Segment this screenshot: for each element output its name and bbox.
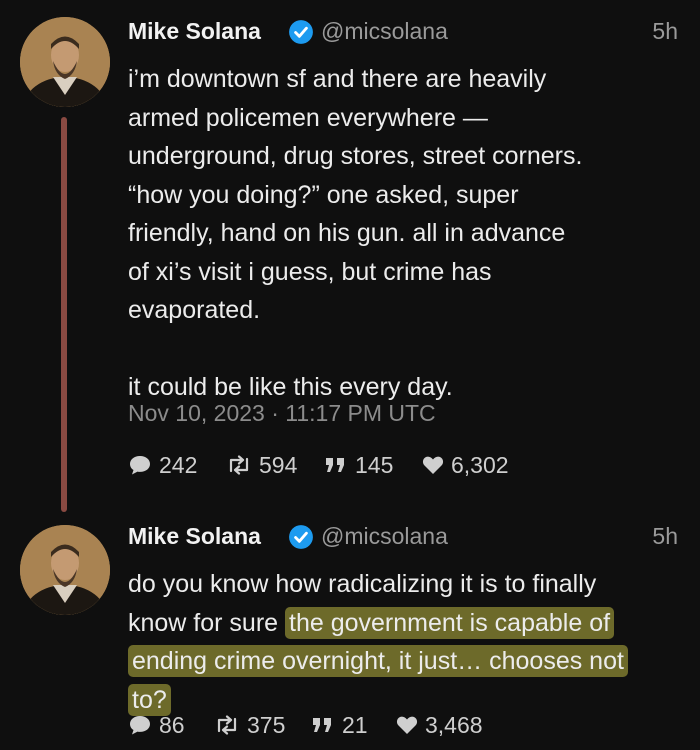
text-line: underground, drug stores, street corners… [128,142,583,170]
text-line: friendly, hand on his gun. all in advanc… [128,219,566,247]
reply-stat[interactable]: 242 [128,450,197,480]
retweet-icon [217,715,237,735]
highlighted-text: ending crime overnight, it just… chooses… [128,645,628,677]
reply-icon [130,716,150,735]
reply-count: 242 [159,451,198,478]
thread-connector-line [61,117,67,512]
highlighted-text: the government is capable of [285,606,615,639]
tweet-1: Mike Solana @micsolana 5h i’m downtown s… [0,0,700,512]
quote-stat[interactable]: 145 [324,450,393,480]
portrait-image [20,525,110,615]
text-line: of xi’s visit i guess, but crime has [128,257,492,286]
text-line: ending crime overnight, it just… chooses… [128,642,628,681]
text-plain: know for sure [128,608,286,637]
text-line: to? [128,681,628,720]
retweet-icon [229,455,249,475]
heart-icon [396,716,418,734]
reply-stat[interactable]: 86 [128,710,185,740]
quote-icon [313,718,331,732]
quote-icon [326,458,344,472]
like-count: 6,302 [451,451,509,478]
text-line: do you know how radicalizing it is to fi… [128,570,597,598]
text-line: know for sure the government is capable … [128,604,628,643]
retweet-stat[interactable]: 375 [214,710,285,740]
quote-count: 145 [355,451,394,478]
text-line: armed policemen everywhere — [128,103,488,132]
text-line: “how you doing?” one asked, super [128,180,519,209]
time-ago[interactable]: 5h [652,18,678,45]
time-ago[interactable]: 5h [652,523,678,550]
quote-stat[interactable]: 21 [311,710,368,740]
like-stat[interactable]: 6,302 [422,450,509,480]
retweet-count: 594 [259,451,298,478]
author-name[interactable]: Mike Solana [128,523,261,550]
like-stat[interactable]: 3,468 [396,710,483,740]
tweet-text: do you know how radicalizing it is to fi… [128,565,628,719]
tweet-text: i’m downtown sf and there are heavily ar… [128,60,582,407]
like-count: 3,468 [425,711,483,738]
avatar[interactable] [20,17,110,107]
author-name[interactable]: Mike Solana [128,18,261,45]
text-line: i’m downtown sf and there are heavily [128,65,547,93]
author-handle[interactable]: @micsolana [321,18,448,45]
verified-badge-icon [289,525,313,549]
tweet-header: Mike Solana @micsolana 5h [128,523,688,553]
quote-count: 21 [342,711,368,738]
reply-count: 86 [159,711,185,738]
verified-badge-icon [289,20,313,44]
tweet-timestamp[interactable]: Nov 10, 2023 · 11:17 PM UTC [128,400,436,427]
author-handle[interactable]: @micsolana [321,523,448,550]
text-line: evaporated. [128,296,261,324]
portrait-image [20,17,110,107]
tweet-header: Mike Solana @micsolana 5h [128,18,688,48]
tweet-2: Mike Solana @micsolana 5h do you know ho… [0,515,700,750]
avatar[interactable] [20,525,110,615]
heart-icon [422,456,444,474]
retweet-stat[interactable]: 594 [226,450,297,480]
retweet-count: 375 [247,711,286,738]
reply-icon [130,456,150,475]
